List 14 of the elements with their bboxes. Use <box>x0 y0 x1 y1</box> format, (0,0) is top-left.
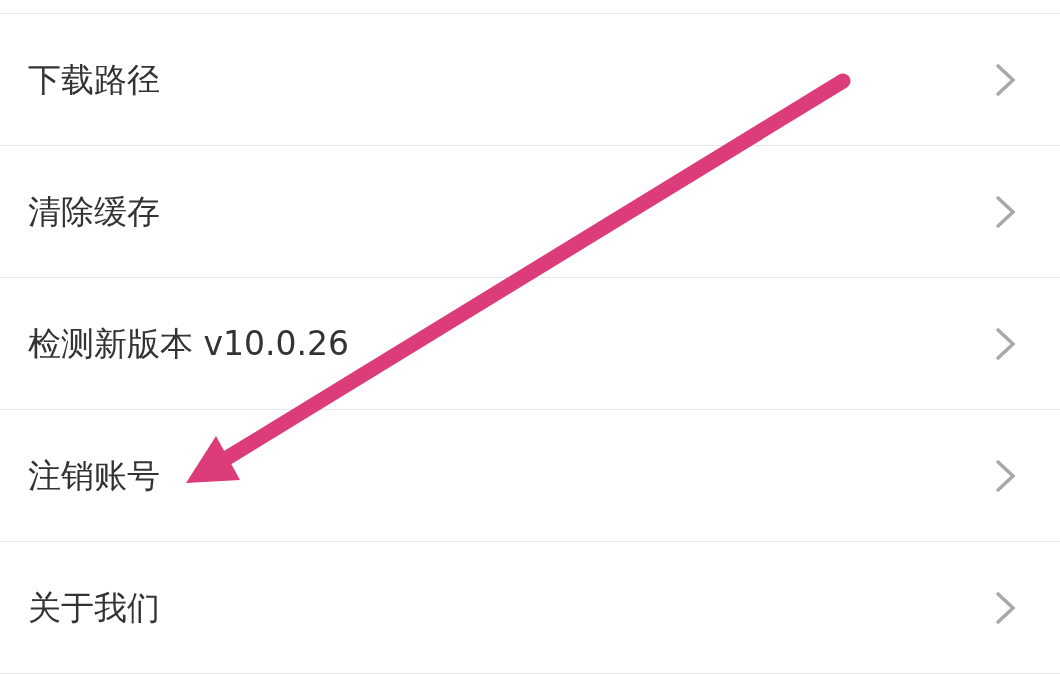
row-label: 注销账号 <box>28 454 160 497</box>
row-label: 下载路径 <box>28 58 160 101</box>
settings-row[interactable]: 检测新版本 v10.0.26 <box>0 278 1060 410</box>
chevron-icon <box>994 589 1016 626</box>
row-label: 检测新版本 v10.0.26 <box>28 322 349 365</box>
chevron-icon <box>994 325 1016 362</box>
chevron-icon <box>994 61 1016 98</box>
row-label: 清除缓存 <box>28 190 160 233</box>
settings-row[interactable]: 关于我们 <box>0 542 1060 674</box>
settings-row[interactable]: 下载路径 <box>0 14 1060 146</box>
chevron-icon <box>994 193 1016 230</box>
settings-row[interactable]: 清除缓存 <box>0 146 1060 278</box>
row-label: 关于我们 <box>28 586 160 629</box>
chevron-icon <box>994 457 1016 494</box>
